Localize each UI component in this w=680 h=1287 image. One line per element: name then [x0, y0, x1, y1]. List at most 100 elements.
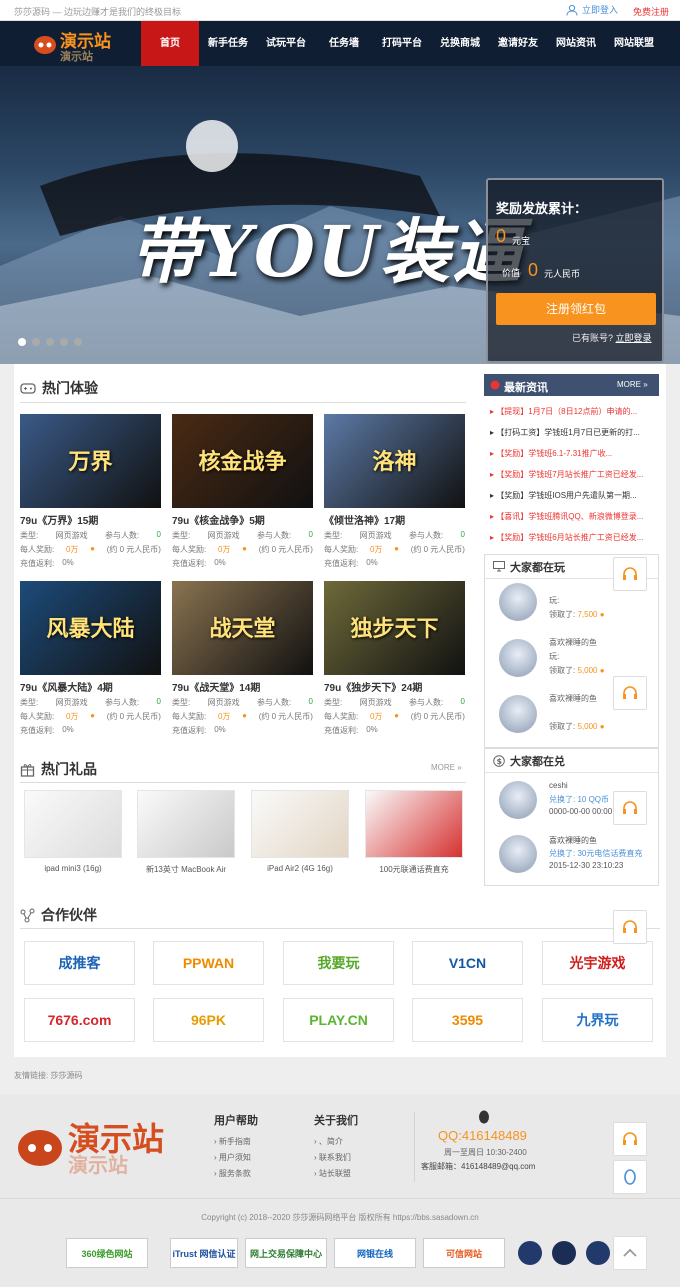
game-thumbnail[interactable]: 核金战争: [172, 414, 313, 508]
carousel-dot[interactable]: [32, 338, 40, 346]
gift-image[interactable]: [137, 790, 235, 858]
gifts-more-label[interactable]: MORE: [431, 763, 455, 772]
register-link[interactable]: 免费注册: [633, 5, 669, 18]
partner-logo[interactable]: 我要玩: [283, 941, 394, 985]
login-link[interactable]: 立即登入: [566, 3, 618, 16]
footer-help-text[interactable]: 新手指南: [219, 1137, 251, 1146]
partner-logo[interactable]: 成推客: [24, 941, 135, 985]
trust-badge[interactable]: 可信网站: [423, 1238, 505, 1268]
footer-help-link[interactable]: › 用户须知: [214, 1152, 251, 1163]
news-item[interactable]: ▸ 【提现】1月7日（8日12点前）申请的...: [490, 406, 660, 417]
game-name[interactable]: 79u《风暴大陆》4期: [20, 679, 161, 694]
customer-service-button[interactable]: [613, 557, 647, 591]
game-name[interactable]: 79u《核金战争》5期: [172, 512, 313, 527]
game-card[interactable]: 战天堂 79u《战天堂》14期 类型: 网页游戏 参与人数: 0 每人奖励: 0万 ● (约 0 …: [172, 581, 313, 736]
trust-badge[interactable]: 360绿色网站: [66, 1238, 148, 1268]
game-name[interactable]: 79u《万界》15期: [20, 512, 161, 527]
footer-about-text[interactable]: 站长联盟: [319, 1169, 351, 1178]
carousel-dot[interactable]: [46, 338, 54, 346]
hero-banner[interactable]: 带YOU装逼 奖励发放累计： 0 元宝 价值 0 元人民币 注册领红包 已有账号…: [0, 66, 680, 364]
partner-logo[interactable]: 光宇游戏: [542, 941, 653, 985]
partner-logo[interactable]: 3595: [412, 998, 523, 1042]
gift-item[interactable]: 新13英寸 MacBook Air: [137, 790, 235, 875]
friend-link[interactable]: 莎莎源码: [50, 1071, 82, 1080]
nav-item-alliance[interactable]: 网站联盟: [605, 21, 663, 66]
news-item[interactable]: ▸ 【奖励】学钱班6.1-7.31推广收...: [490, 448, 660, 459]
gift-image[interactable]: [251, 790, 349, 858]
game-name[interactable]: 79u《战天堂》14期: [172, 679, 313, 694]
partner-logo[interactable]: 7676.com: [24, 998, 135, 1042]
news-title-text[interactable]: 【奖励】学钱班7月站长推广工资已经发...: [496, 470, 643, 479]
gift-item[interactable]: ipad mini3 (16g): [24, 790, 122, 873]
news-title-text[interactable]: 【打码工资】学钱班1月7日已更新的打...: [496, 428, 640, 437]
gift-item[interactable]: iPad Air2 (4G 16g): [251, 790, 349, 873]
news-item[interactable]: ▸ 【奖励】学钱班7月站长推广工资已经发...: [490, 469, 660, 480]
footer-help-text[interactable]: 用户须知: [219, 1153, 251, 1162]
gift-name[interactable]: 100元联通话费直充: [365, 864, 463, 875]
customer-service-button[interactable]: [613, 676, 647, 710]
carousel-dot[interactable]: [74, 338, 82, 346]
partner-logo[interactable]: PPWAN: [153, 941, 264, 985]
footer-help-link[interactable]: › 服务条款: [214, 1168, 251, 1179]
back-to-top-button[interactable]: [613, 1236, 647, 1270]
footer-about-text[interactable]: 联系我们: [319, 1153, 351, 1162]
news-title-text[interactable]: 【奖励】学钱班6.1-7.31推广收...: [496, 449, 612, 458]
game-card[interactable]: 万界 79u《万界》15期 类型: 网页游戏 参与人数: 0 每人奖励: 0万 ● (约 0 元人…: [20, 414, 161, 569]
qq-chat-button[interactable]: [613, 1160, 647, 1194]
news-title-text[interactable]: 【奖励】学钱班IOS用户先遣队第一期...: [496, 491, 636, 500]
news-item[interactable]: ▸ 【打码工资】学钱班1月7日已更新的打...: [490, 427, 660, 438]
news-item[interactable]: ▸ 【奖励】学钱班IOS用户先遣队第一期...: [490, 490, 660, 501]
nav-item-shop[interactable]: 兑换商城: [431, 21, 489, 66]
partner-logo[interactable]: 九界玩: [542, 998, 653, 1042]
nav-item-trial[interactable]: 试玩平台: [257, 21, 315, 66]
customer-service-button[interactable]: [613, 910, 647, 944]
carousel-dot[interactable]: [18, 338, 26, 346]
news-title-text[interactable]: 【喜讯】学钱班腾讯QQ、新浪微博登录...: [496, 512, 643, 521]
news-title-text[interactable]: 【提现】1月7日（8日12点前）申请的...: [496, 407, 637, 416]
game-thumbnail[interactable]: 风暴大陆: [20, 581, 161, 675]
gift-name[interactable]: 新13英寸 MacBook Air: [137, 864, 235, 875]
gifts-more-link[interactable]: MORE »: [431, 763, 462, 772]
gift-name[interactable]: iPad Air2 (4G 16g): [251, 864, 349, 873]
nav-item-invite[interactable]: 邀请好友: [489, 21, 547, 66]
trust-badge[interactable]: iTrust 网信认证: [170, 1238, 238, 1268]
footer-about-link[interactable]: › 联系我们: [314, 1152, 351, 1163]
news-item[interactable]: ▸ 【奖励】学钱班6月站长推广工资已经发...: [490, 532, 660, 543]
game-card[interactable]: 洛神 《倾世洛神》17期 类型: 网页游戏 参与人数: 0 每人奖励: 0万 ● (约 0 元人民…: [324, 414, 465, 569]
game-name[interactable]: 79u《独步天下》24期: [324, 679, 465, 694]
nav-item-task-wall[interactable]: 任务墙: [315, 21, 373, 66]
nav-item-captcha[interactable]: 打码平台: [373, 21, 431, 66]
register-redpacket-button[interactable]: 注册领红包: [496, 293, 656, 325]
gift-image[interactable]: [24, 790, 122, 858]
news-more-link[interactable]: MORE »: [617, 380, 648, 389]
game-name[interactable]: 《倾世洛神》17期: [324, 512, 465, 527]
news-more-label[interactable]: MORE: [617, 380, 641, 389]
game-thumbnail[interactable]: 万界: [20, 414, 161, 508]
game-thumbnail[interactable]: 战天堂: [172, 581, 313, 675]
trust-badge[interactable]: 网银在线: [334, 1238, 416, 1268]
gift-item[interactable]: 100元联通话费直充: [365, 790, 463, 875]
footer-help-text[interactable]: 服务条款: [219, 1169, 251, 1178]
footer-about-link[interactable]: › 、简介: [314, 1136, 343, 1147]
footer-service-button[interactable]: [613, 1122, 647, 1156]
game-card[interactable]: 风暴大陆 79u《风暴大陆》4期 类型: 网页游戏 参与人数: 0 每人奖励: 0万 ● (约 0…: [20, 581, 161, 736]
news-item[interactable]: ▸ 【喜讯】学钱班腾讯QQ、新浪微博登录...: [490, 511, 660, 522]
customer-service-button[interactable]: [613, 791, 647, 825]
gift-image[interactable]: [365, 790, 463, 858]
partner-logo[interactable]: V1CN: [412, 941, 523, 985]
gift-name[interactable]: ipad mini3 (16g): [24, 864, 122, 873]
login-now-link[interactable]: 立即登录: [616, 333, 652, 343]
trust-badge[interactable]: 网上交易保障中心: [245, 1238, 327, 1268]
game-thumbnail[interactable]: 洛神: [324, 414, 465, 508]
partner-logo[interactable]: PLAY.CN: [283, 998, 394, 1042]
footer-about-link[interactable]: › 站长联盟: [314, 1168, 351, 1179]
footer-help-link[interactable]: › 新手指南: [214, 1136, 251, 1147]
game-card[interactable]: 独步天下 79u《独步天下》24期 类型: 网页游戏 参与人数: 0 每人奖励: 0万 ● (约 …: [324, 581, 465, 736]
partner-logo[interactable]: 96PK: [153, 998, 264, 1042]
nav-item-home[interactable]: 首页: [141, 21, 199, 66]
game-card[interactable]: 核金战争 79u《核金战争》5期 类型: 网页游戏 参与人数: 0 每人奖励: 0万 ● (约 0…: [172, 414, 313, 569]
footer-about-text[interactable]: 、简介: [319, 1137, 343, 1146]
carousel-dot[interactable]: [60, 338, 68, 346]
nav-item-newbie-task[interactable]: 新手任务: [199, 21, 257, 66]
news-title-text[interactable]: 【奖励】学钱班6月站长推广工资已经发...: [496, 533, 643, 542]
